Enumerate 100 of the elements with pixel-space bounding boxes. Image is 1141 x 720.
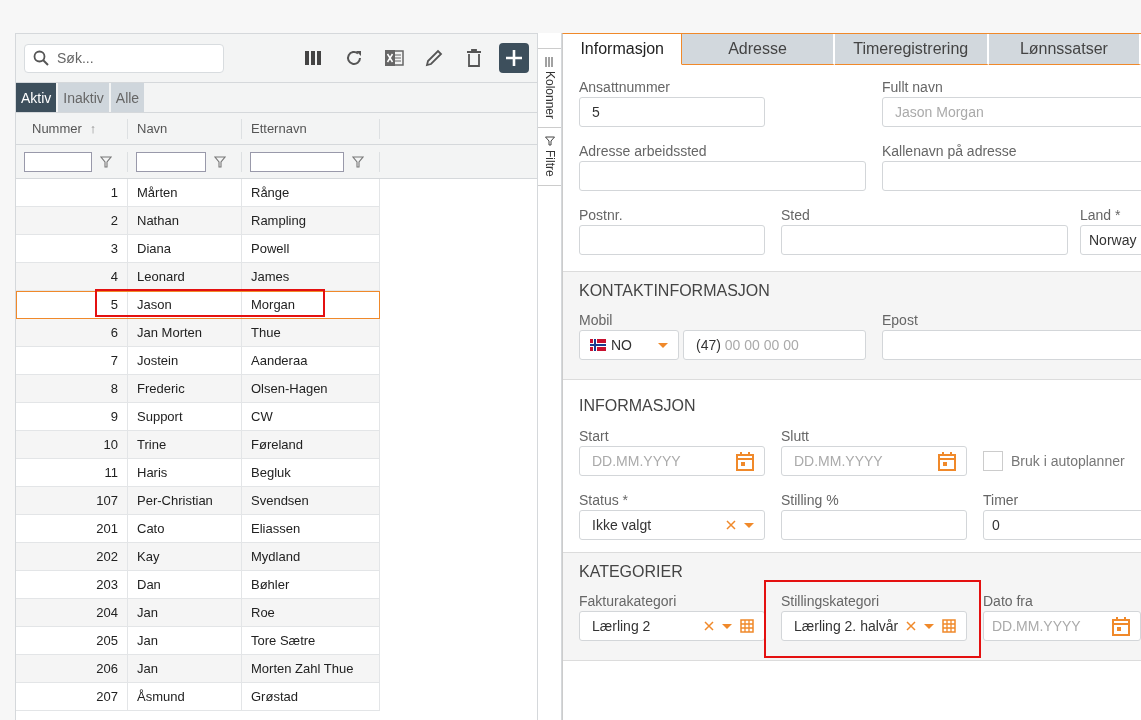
field-label: Fullt navn [882, 79, 944, 95]
table-row[interactable]: 11 Haris Begluk [16, 459, 380, 487]
dropdown-field[interactable]: Ikke valgt [579, 510, 765, 540]
column-filter-field[interactable] [136, 151, 206, 172]
tab[interactable]: Adresse [682, 34, 835, 65]
table-cell: Tore Sætre [242, 627, 380, 654]
table-row[interactable]: 10 Trine Føreland [16, 431, 380, 459]
field-label: Slutt [781, 428, 810, 444]
table-cell: Bøhler [242, 571, 380, 598]
table-row[interactable]: 206 Jan Morten Zahl Thue [16, 655, 380, 683]
clear-icon[interactable] [906, 621, 916, 631]
input-field[interactable]: 5 [579, 97, 765, 127]
dropdown-field[interactable]: Lærling 2 [579, 611, 765, 641]
filter-tab[interactable]: Aktiv [16, 83, 57, 112]
add-button[interactable] [499, 43, 529, 73]
input-field[interactable]: 0 [983, 510, 1141, 540]
column-filter-field[interactable] [250, 151, 344, 172]
input-field[interactable] [579, 225, 765, 255]
table-row[interactable]: 2 Nathan Rampling [16, 207, 380, 235]
filter-icon[interactable] [214, 155, 226, 168]
field-label: Stilling % [781, 492, 840, 508]
tab[interactable]: Lønnssatser [988, 34, 1141, 65]
table-row[interactable]: 203 Dan Bøhler [16, 571, 380, 599]
column-header[interactable]: Etternavn [242, 118, 380, 139]
table-row[interactable]: 204 Jan Roe [16, 599, 380, 627]
table-cell: Jason [128, 291, 242, 318]
table-cell: 1 [16, 179, 128, 206]
grid-icon[interactable] [740, 619, 754, 633]
input-field[interactable]: Norway [1080, 225, 1141, 255]
table-cell: Thue [242, 319, 380, 346]
table-cell: Cato [128, 515, 242, 542]
table-row[interactable]: 201 Cato Eliassen [16, 515, 380, 543]
table-cell: Diana [128, 235, 242, 262]
table-cell: Jan [128, 655, 242, 682]
table-row[interactable]: 1 Mårten Rånge [16, 179, 380, 207]
columns-icon [544, 57, 555, 67]
clear-icon[interactable] [726, 520, 736, 530]
table-cell: 207 [16, 683, 128, 710]
table-row[interactable]: 5 Jason Morgan [16, 291, 380, 319]
column-label: Navn [137, 121, 168, 136]
table-cell: Begluk [242, 459, 380, 486]
column-filter-field[interactable] [24, 151, 92, 172]
table-cell: 202 [16, 543, 128, 570]
field-label: Sted [781, 207, 811, 223]
table-row[interactable]: 8 Frederic Olsen-Hagen [16, 375, 380, 403]
table-row[interactable]: 202 Kay Mydland [16, 543, 380, 571]
dropdown-field[interactable]: Lærling 2. halvår [781, 611, 967, 641]
column-label: Nummer [32, 121, 82, 136]
table-row[interactable]: 7 Jostein Aanderaa [16, 347, 380, 375]
clear-icon[interactable] [704, 621, 714, 631]
table-cell: Morgan [242, 291, 380, 318]
checkbox[interactable] [983, 451, 1003, 471]
table-cell: 201 [16, 515, 128, 542]
grid-icon[interactable] [942, 619, 956, 633]
table-cell: Mydland [242, 543, 380, 570]
country-dropdown[interactable]: NO [579, 330, 679, 360]
table-cell: Roe [242, 599, 380, 626]
table-cell: Jan [128, 627, 242, 654]
column-header[interactable]: Nummer ↑ [16, 118, 128, 139]
table-cell: Powell [242, 235, 380, 262]
input-field[interactable] [882, 161, 1141, 191]
input-field[interactable] [579, 161, 866, 191]
filter-icon[interactable] [352, 155, 364, 168]
table-row[interactable]: 3 Diana Powell [16, 235, 380, 263]
table-row[interactable]: 9 Support CW [16, 403, 380, 431]
phone-field[interactable]: (47) 00 00 00 00 [683, 330, 866, 360]
table-row[interactable]: 207 Åsmund Grøstad [16, 683, 380, 711]
filter-tab[interactable]: Alle [110, 83, 145, 112]
search-icon [33, 49, 49, 66]
field-label: Adresse arbeidssted [579, 143, 708, 159]
column-header[interactable]: Navn [128, 118, 242, 139]
table-row[interactable]: 107 Per-Christian Svendsen [16, 487, 380, 515]
caret-icon [658, 342, 668, 348]
table-cell: 10 [16, 431, 128, 458]
filter-tab[interactable]: Inaktiv [58, 83, 109, 112]
field-label: Start [579, 428, 610, 444]
caret-icon[interactable] [744, 522, 754, 528]
caret-icon[interactable] [924, 623, 934, 629]
search-field[interactable]: Søk... [24, 43, 224, 73]
flag-icon [590, 339, 606, 351]
filter-icon[interactable] [100, 155, 112, 168]
calendar-icon[interactable] [736, 451, 754, 471]
caret-icon[interactable] [722, 623, 732, 629]
table-row[interactable]: 205 Jan Tore Sætre [16, 627, 380, 655]
calendar-icon[interactable] [938, 451, 956, 471]
input-field[interactable] [882, 330, 1141, 360]
table-row[interactable]: 6 Jan Morten Thue [16, 319, 380, 347]
table-cell: Haris [128, 459, 242, 486]
tab[interactable]: Timeregistrering [834, 34, 989, 65]
calendar-icon[interactable] [1112, 616, 1130, 636]
filter-icon [544, 136, 555, 147]
side-tab[interactable]: Filtre [538, 127, 561, 186]
table-row[interactable]: 4 Leonard James [16, 263, 380, 291]
input-field[interactable] [781, 510, 967, 540]
section-title: INFORMASJON [579, 397, 697, 415]
table-cell: 5 [16, 291, 128, 318]
table-cell: 6 [16, 319, 128, 346]
field-label: Mobil [579, 312, 614, 328]
table-cell: Føreland [242, 431, 380, 458]
input-field[interactable] [781, 225, 1068, 255]
